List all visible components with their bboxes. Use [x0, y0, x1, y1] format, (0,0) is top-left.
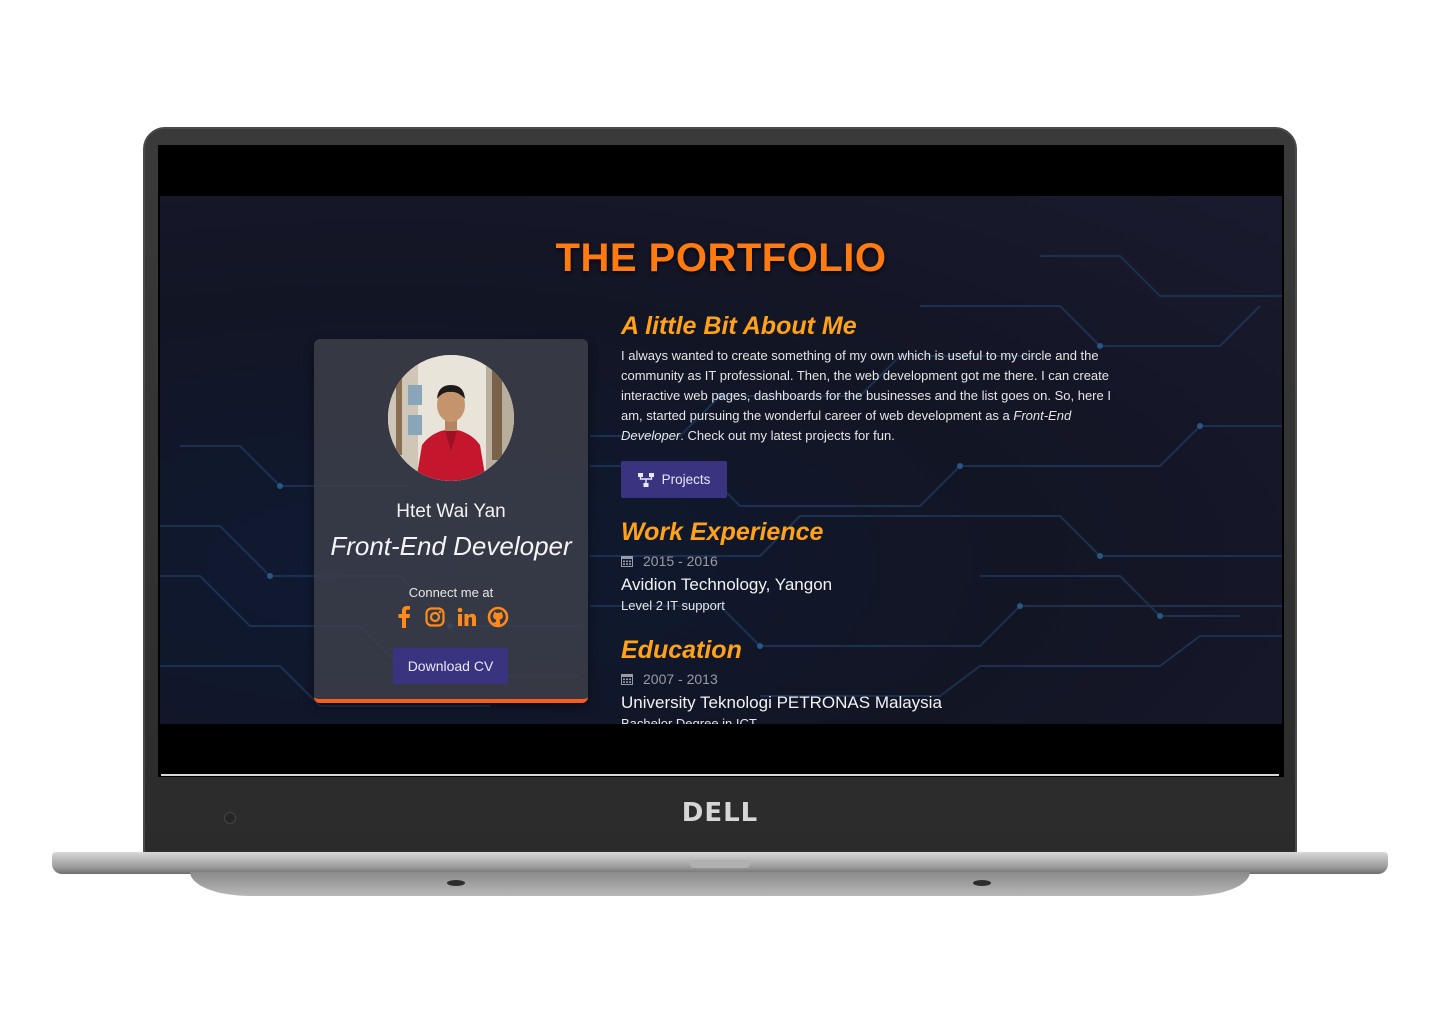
- laptop-base-bottom: [190, 872, 1250, 896]
- calendar-icon: [621, 674, 633, 685]
- work-position: Level 2 IT support: [621, 598, 725, 613]
- laptop-foot: [973, 880, 991, 886]
- sitemap-icon: [637, 472, 654, 487]
- profile-card: Htet Wai Yan Front-End Developer Connect…: [314, 339, 588, 703]
- facebook-icon[interactable]: [392, 605, 416, 629]
- dell-logo: DELL: [681, 798, 759, 828]
- education-heading: Education: [621, 636, 742, 664]
- work-period: 2015 - 2016: [621, 553, 718, 569]
- hinge-notch: [690, 860, 750, 868]
- website-viewport: THE PORTFOLIO Htet Wai Yan Front-End Dev…: [160, 196, 1282, 724]
- connect-label: Connect me at: [408, 585, 494, 600]
- work-period-text: 2015 - 2016: [643, 553, 718, 569]
- page-title: THE PORTFOLIO: [555, 236, 887, 280]
- work-heading: Work Experience: [621, 518, 824, 546]
- education-period: 2007 - 2013: [621, 671, 718, 687]
- github-icon[interactable]: [486, 605, 510, 629]
- calendar-icon: [621, 556, 633, 567]
- instagram-icon[interactable]: [423, 605, 447, 629]
- profile-name: Htet Wai Yan: [396, 501, 506, 522]
- work-company: Avidion Technology, Yangon: [621, 575, 833, 594]
- education-degree: Bachelor Degree in ICT: [621, 716, 757, 724]
- about-text-end: . Check out my latest projects for fun.: [680, 428, 895, 443]
- download-cv-button[interactable]: Download CV: [393, 648, 508, 684]
- avatar: [388, 355, 514, 481]
- webcam-icon: [224, 812, 236, 824]
- profile-role: Front-End Developer: [330, 531, 572, 561]
- education-school: University Teknologi PETRONAS Malaysia: [621, 693, 942, 712]
- screen-edge: [161, 774, 1279, 776]
- about-heading: A little Bit About Me: [621, 312, 857, 340]
- projects-label: Projects: [661, 472, 711, 487]
- linkedin-icon[interactable]: [455, 605, 479, 629]
- laptop-foot: [447, 880, 465, 886]
- about-text: I always wanted to create something of m…: [621, 346, 1121, 446]
- projects-button[interactable]: Projects: [621, 461, 727, 498]
- education-period-text: 2007 - 2013: [643, 671, 718, 687]
- social-links: [392, 605, 510, 629]
